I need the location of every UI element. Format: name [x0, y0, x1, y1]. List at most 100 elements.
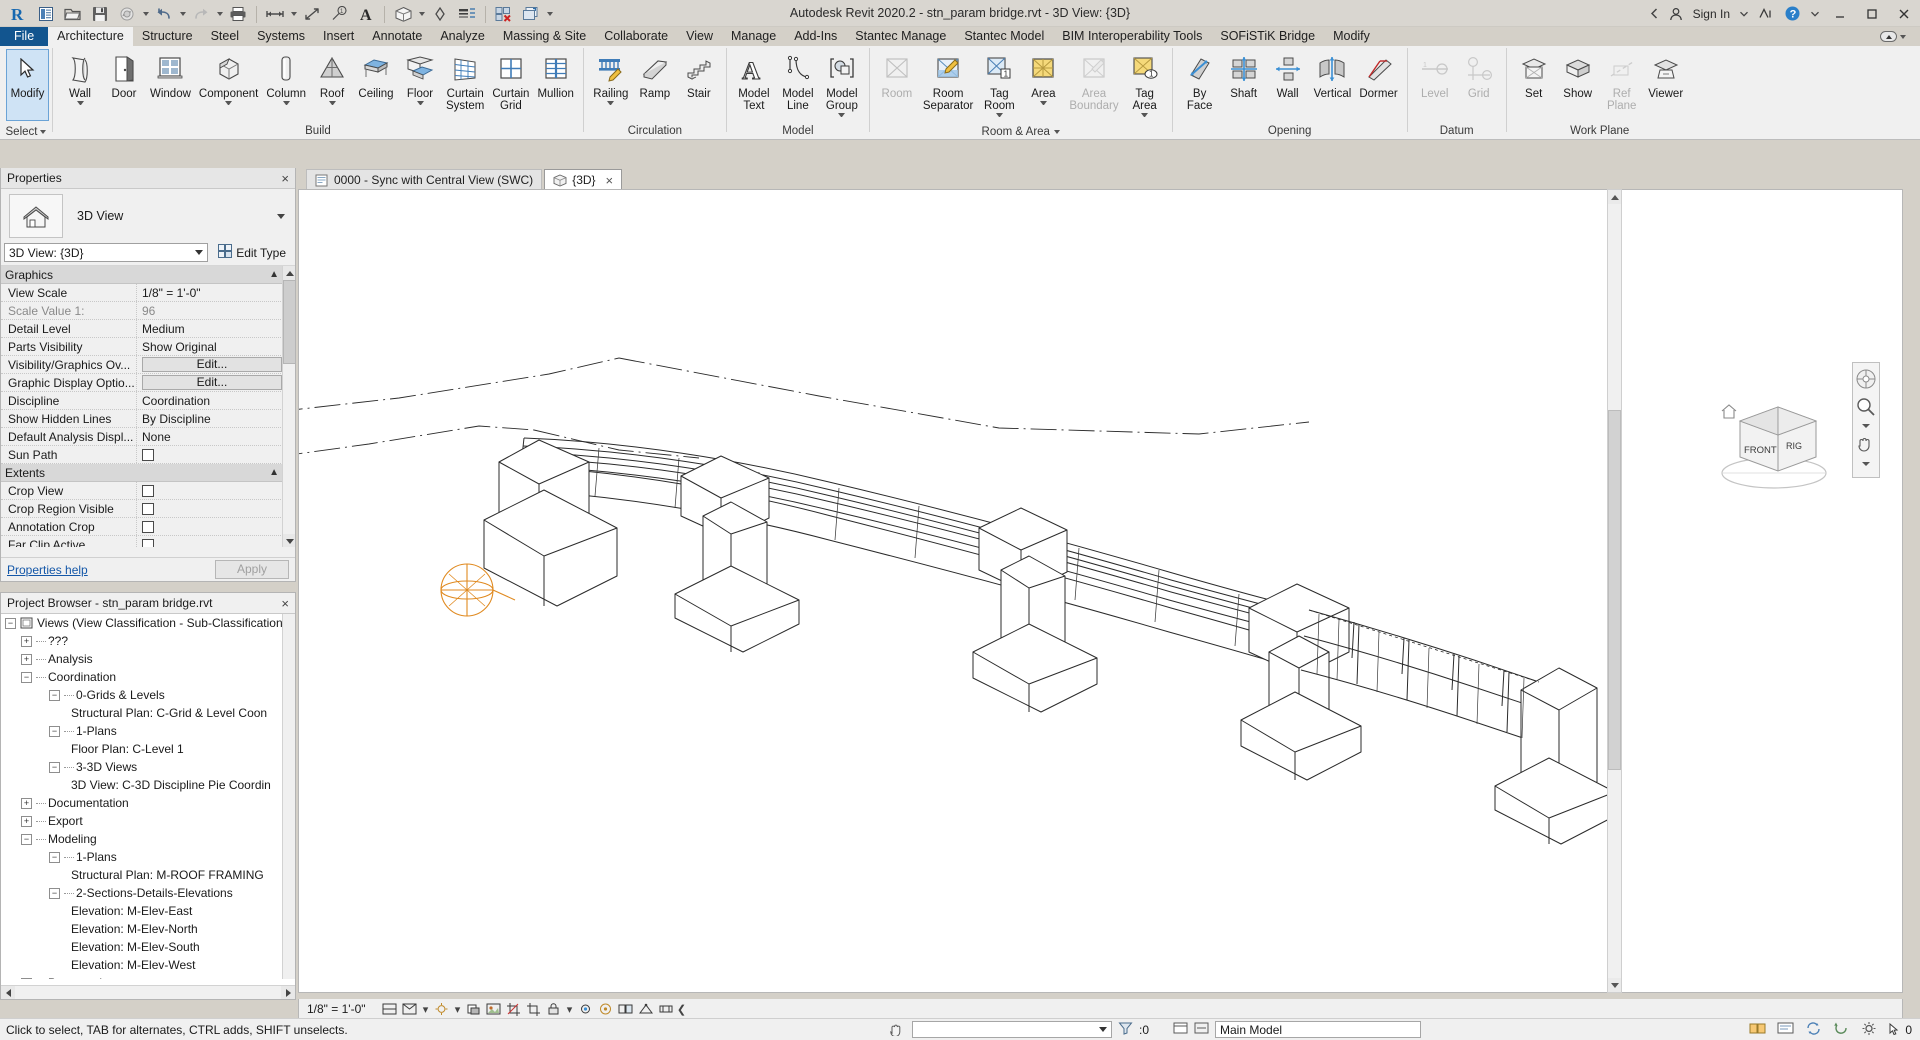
tree-item-floor-plan-c-level-1[interactable]: Floor Plan: C-Level 1	[1, 740, 283, 758]
ribbon-tab-view[interactable]: View	[677, 27, 722, 46]
press-pick-filter-icon[interactable]	[890, 1021, 906, 1039]
settings-icon[interactable]	[1861, 1021, 1877, 1039]
property-row-graphic-display-options[interactable]: Graphic Display Optio... Edit...	[1, 374, 295, 392]
tree-item-structural-plan-c-grid[interactable]: Structural Plan: C-Grid & Level Coon	[1, 704, 283, 722]
expander-icon[interactable]: +	[21, 815, 32, 827]
expander-icon[interactable]: +	[21, 635, 32, 647]
property-value-show-hidden-lines[interactable]: By Discipline	[137, 410, 295, 427]
expander-icon[interactable]: +	[21, 977, 32, 979]
tree-item-export[interactable]: + Export	[1, 812, 283, 830]
property-row-view-scale[interactable]: View Scale 1/8" = 1'-0"	[1, 284, 295, 302]
expander-icon[interactable]: −	[49, 725, 60, 737]
component-button[interactable]: Component	[195, 50, 262, 108]
ribbon-tab-systems[interactable]: Systems	[248, 27, 314, 46]
close-hidden-windows-icon[interactable]	[491, 2, 517, 26]
properties-section-graphics[interactable]: Graphics ▲	[1, 266, 295, 284]
level-button[interactable]: 1 Level	[1413, 50, 1457, 100]
ribbon-panel-select-title[interactable]: Select	[0, 124, 52, 140]
zoom-icon[interactable]	[1853, 394, 1879, 420]
properties-section-extents[interactable]: Extents ▲	[1, 464, 295, 482]
constraints-icon[interactable]	[656, 1000, 676, 1018]
aligned-dimension-icon[interactable]	[299, 2, 325, 26]
thin-lines-icon[interactable]	[454, 2, 480, 26]
roof-dropdown-icon[interactable]	[329, 101, 336, 108]
property-value-view-scale[interactable]: 1/8" = 1'-0"	[137, 284, 295, 301]
grid-button[interactable]: Grid	[1457, 50, 1501, 100]
canvas-scroll-up-icon[interactable]	[1608, 190, 1621, 204]
tree-item-elevation-south[interactable]: Elevation: M-Elev-South	[1, 938, 283, 956]
crop-view-icon[interactable]	[504, 1000, 524, 1018]
ribbon-tab-bim-interoperability-tools[interactable]: BIM Interoperability Tools	[1053, 27, 1211, 46]
property-row-crop-view[interactable]: Crop View	[1, 482, 295, 500]
project-browser-close-icon[interactable]: ×	[281, 597, 289, 610]
help-dropdown-icon[interactable]	[1806, 2, 1824, 25]
expander-icon[interactable]: +	[21, 797, 32, 809]
wall-dropdown-icon[interactable]	[77, 101, 84, 108]
properties-collapse-icon[interactable]	[275, 214, 287, 219]
design-options-icon[interactable]	[1173, 1021, 1188, 1038]
tree-item-3d-views[interactable]: − 3-3D Views	[1, 758, 283, 776]
pan-icon[interactable]	[1853, 432, 1879, 458]
area-button[interactable]: Area	[1021, 50, 1065, 108]
ramp-button[interactable]: Ramp	[633, 50, 677, 100]
render-dialog-icon[interactable]	[484, 1000, 504, 1018]
vertical-opening-button[interactable]: Vertical	[1310, 50, 1356, 100]
ceiling-button[interactable]: Ceiling	[354, 50, 398, 100]
annotation-crop-checkbox[interactable]	[142, 520, 154, 533]
collapse-icon[interactable]: ▲	[269, 266, 279, 284]
far-clip-active-checkbox[interactable]	[142, 538, 154, 547]
sun-path-icon[interactable]	[432, 1000, 452, 1018]
chevron-down-icon[interactable]	[1054, 130, 1060, 134]
selection-filter-combo[interactable]	[912, 1021, 1112, 1038]
property-row-far-clip-active[interactable]: Far Clip Active	[1, 536, 295, 547]
undo-icon[interactable]	[151, 2, 177, 26]
editing-requests-icon[interactable]	[1777, 1021, 1794, 1039]
show-crop-region-icon[interactable]	[524, 1000, 544, 1018]
reload-latest-icon[interactable]	[1833, 1021, 1850, 1039]
ribbon-tab-add-ins[interactable]: Add-Ins	[785, 27, 846, 46]
expander-icon[interactable]: −	[21, 833, 32, 845]
tree-item-documentation[interactable]: + Documentation	[1, 794, 283, 812]
project-browser-horizontal-scrollbar[interactable]	[1, 985, 295, 999]
ribbon-minimize-dropdown-icon[interactable]	[1900, 34, 1906, 39]
maximize-button[interactable]	[1856, 0, 1888, 27]
account-icon[interactable]	[1664, 2, 1688, 25]
property-row-parts-visibility[interactable]: Parts Visibility Show Original	[1, 338, 295, 356]
ribbon-tab-stantec-model[interactable]: Stantec Model	[955, 27, 1053, 46]
crop-view-checkbox[interactable]	[142, 484, 154, 497]
model-group-dropdown-icon[interactable]	[838, 113, 845, 120]
sign-in-link[interactable]: Sign In	[1688, 2, 1735, 25]
workplane-viewer-button[interactable]: Viewer	[1644, 50, 1688, 100]
wall-button[interactable]: Wall	[58, 50, 102, 108]
sun-path-checkbox[interactable]	[142, 448, 154, 461]
view-cube[interactable]: FRONT RIG	[1712, 395, 1842, 500]
component-dropdown-icon[interactable]	[225, 101, 232, 108]
visual-style-dropdown-icon[interactable]: ▾	[420, 1000, 432, 1018]
save-as-cloud-icon[interactable]	[114, 2, 140, 26]
mullion-button[interactable]: Mullion	[533, 50, 577, 100]
tree-item-coordination[interactable]: − Coordination	[1, 668, 283, 686]
tree-item-coordination-1-plans[interactable]: − 1-Plans	[1, 722, 283, 740]
graphic-display-options-edit-button[interactable]: Edit...	[142, 375, 282, 390]
ref-plane-button[interactable]: Ref Plane	[1600, 50, 1644, 112]
floor-button[interactable]: Floor	[398, 50, 442, 108]
door-button[interactable]: Door	[102, 50, 146, 100]
drawing-canvas[interactable]: FRONT RIG	[298, 189, 1903, 993]
canvas-scroll-down-icon[interactable]	[1608, 978, 1621, 992]
tree-item-modeling-1-plans[interactable]: − 1-Plans	[1, 848, 283, 866]
room-button[interactable]: Room	[875, 50, 919, 100]
property-row-detail-level[interactable]: Detail Level Medium	[1, 320, 295, 338]
type-selector-combo[interactable]: 3D View: {3D}	[4, 243, 209, 262]
tag-room-button[interactable]: 1 Tag Room	[977, 50, 1021, 120]
redo-dropdown-icon[interactable]	[215, 2, 224, 26]
switch-windows-icon[interactable]	[518, 2, 544, 26]
chevron-down-icon[interactable]	[195, 250, 203, 255]
chevron-down-icon[interactable]	[1099, 1027, 1107, 1032]
curtain-grid-button[interactable]: Curtain Grid	[488, 50, 533, 112]
property-value-default-analysis-display[interactable]: None	[137, 428, 295, 445]
set-workplane-button[interactable]: Set	[1512, 50, 1556, 100]
property-value-discipline[interactable]: Coordination	[137, 392, 295, 409]
room-separator-button[interactable]: Room Separator	[919, 50, 978, 112]
measure-icon[interactable]	[262, 2, 288, 26]
revit-logo-icon[interactable]: R	[6, 2, 32, 26]
